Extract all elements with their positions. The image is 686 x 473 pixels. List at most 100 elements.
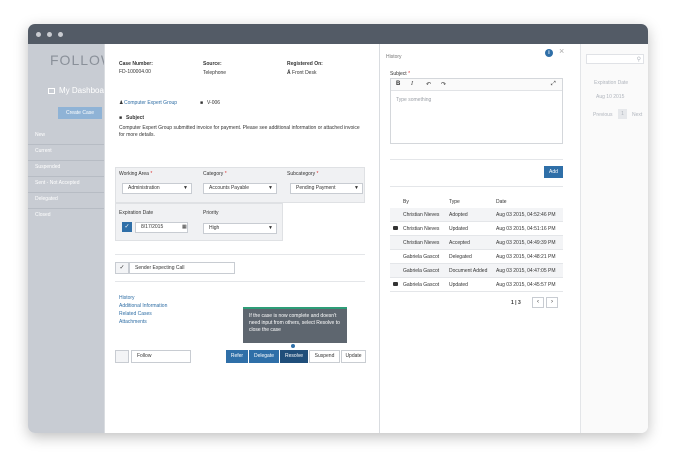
editor-toolbar: B I ↶ ↷ ⤢ xyxy=(391,79,562,91)
window-titlebar xyxy=(28,24,648,44)
history-title: History xyxy=(386,54,402,60)
comment-icon xyxy=(393,282,398,286)
nav-divider xyxy=(28,208,106,209)
priority-select[interactable]: High ▼ xyxy=(203,223,277,234)
search-icon: ⚲ xyxy=(636,57,641,63)
delegate-button[interactable]: Delegate xyxy=(249,350,279,363)
background-search-input[interactable]: ⚲ xyxy=(586,54,644,64)
background-list-panel xyxy=(580,44,648,433)
table-row[interactable]: Gabriela Gascot Document Added Aug 03 20… xyxy=(390,264,563,278)
pager-prev-button[interactable]: ‹ xyxy=(532,297,544,308)
update-button[interactable]: Update xyxy=(341,350,366,363)
additional-information-link[interactable]: Additional Information xyxy=(119,303,167,309)
card-icon: ■ xyxy=(200,100,204,106)
redo-icon[interactable]: ↷ xyxy=(441,81,446,88)
refer-button[interactable]: Refer xyxy=(226,350,248,363)
nav-item-new[interactable]: New xyxy=(35,132,45,138)
expand-icon[interactable]: ⤢ xyxy=(551,81,556,88)
nav-item-sent-not-accepted[interactable]: Sent - Not Accepted xyxy=(35,180,79,186)
background-sidebar xyxy=(28,44,106,433)
editor-placeholder: Type something xyxy=(396,97,432,103)
nav-divider xyxy=(28,176,106,177)
nav-divider xyxy=(28,144,106,145)
close-icon[interactable]: × xyxy=(559,46,564,56)
nav-item-current[interactable]: Current xyxy=(35,148,52,154)
history-link[interactable]: History xyxy=(119,295,135,301)
working-area-label: Working Area * xyxy=(119,171,153,177)
follow-field[interactable]: Follow xyxy=(131,350,191,363)
sender-expecting-checkbox[interactable]: ✓ xyxy=(115,262,129,274)
attachments-link[interactable]: Attachments xyxy=(119,319,147,325)
chevron-down-icon: ▼ xyxy=(354,185,359,191)
chevron-down-icon: ▼ xyxy=(268,225,273,231)
create-case-button[interactable]: Create Case xyxy=(58,107,102,119)
expiration-date-input[interactable]: 8/17/2015 xyxy=(135,222,188,233)
expiration-column-header: Expiration Date xyxy=(594,80,629,86)
category-select[interactable]: Accounts Payable ▼ xyxy=(203,183,277,194)
expiration-value: Aug 10 2015 xyxy=(596,94,625,100)
previous-page-link[interactable]: Previous xyxy=(593,112,612,118)
sender-expecting-call-field[interactable]: Sender Expecting Call xyxy=(129,262,235,274)
follow-checkbox[interactable] xyxy=(115,350,129,363)
column-header-date: Date xyxy=(496,199,507,205)
comment-icon xyxy=(393,226,398,230)
suspend-button[interactable]: Suspend xyxy=(309,350,340,363)
pager-next-button[interactable]: › xyxy=(546,297,558,308)
history-editor[interactable]: B I ↶ ↷ ⤢ Type something xyxy=(390,78,563,144)
table-row[interactable]: Christian Nieves Accepted Aug 03 2015, 0… xyxy=(390,236,563,250)
table-row[interactable]: Christian Nieves Updated Aug 03 2015, 04… xyxy=(390,222,563,236)
dashboard-icon xyxy=(48,87,55,94)
nav-divider xyxy=(28,192,106,193)
registered-on-value: Ä Front Desk xyxy=(287,70,317,76)
building-icon: Ä xyxy=(287,70,291,76)
expiration-date-label: Expiration Date xyxy=(119,210,154,216)
source-value: Telephone xyxy=(203,70,227,76)
window-dot-icon[interactable] xyxy=(58,32,63,37)
table-row[interactable]: Christian Nieves Adopted Aug 03 2015, 04… xyxy=(390,208,563,222)
source-label: Source: xyxy=(203,61,222,67)
user-icon: ♟ xyxy=(119,100,124,106)
subcategory-select[interactable]: Pending Payment ▼ xyxy=(290,183,363,194)
nav-item-delegated[interactable]: Delegated xyxy=(35,196,58,202)
related-cases-link[interactable]: Related Cases xyxy=(119,311,152,317)
calendar-icon[interactable]: ▦ xyxy=(182,224,187,230)
expiration-checkbox[interactable]: ✓ xyxy=(122,222,132,232)
priority-label: Priority xyxy=(203,210,219,216)
table-row[interactable]: Gabriela Gascot Updated Aug 03 2015, 04:… xyxy=(390,278,563,292)
divider xyxy=(390,186,563,187)
chevron-down-icon: ▼ xyxy=(183,185,188,191)
table-row[interactable]: Gabriela Gascot Delegated Aug 03 2015, 0… xyxy=(390,250,563,264)
nav-item-suspended[interactable]: Suspended xyxy=(35,164,60,170)
subcategory-label: Subcategory * xyxy=(287,171,319,177)
page-number[interactable]: 1 xyxy=(618,109,627,119)
nav-divider xyxy=(28,160,106,161)
group-link[interactable]: Computer Expert Group xyxy=(124,100,177,106)
dashboard-link[interactable]: My Dashboa xyxy=(48,86,104,95)
case-description: Computer Expert Group submitted invoice … xyxy=(119,125,360,138)
italic-icon[interactable]: I xyxy=(411,81,413,87)
column-header-by: By xyxy=(403,199,409,205)
info-icon[interactable]: i xyxy=(545,49,553,57)
subject-icon: ■ xyxy=(119,115,123,121)
working-area-select[interactable]: Administration ▼ xyxy=(122,183,192,194)
window-dot-icon[interactable] xyxy=(36,32,41,37)
bold-icon[interactable]: B xyxy=(396,81,400,87)
add-button[interactable]: Add xyxy=(544,166,563,178)
divider xyxy=(115,254,365,255)
undo-icon[interactable]: ↶ xyxy=(426,81,431,88)
resolve-button[interactable]: Resolve xyxy=(280,350,308,363)
category-label: Category * xyxy=(203,171,227,177)
history-subject-label: Subject * xyxy=(390,71,411,77)
registered-on-label: Registered On: xyxy=(287,61,323,67)
divider xyxy=(115,281,365,282)
nav-item-closed[interactable]: Closed xyxy=(35,212,51,218)
divider xyxy=(390,159,563,160)
chevron-down-icon: ▼ xyxy=(268,185,273,191)
pager-status: 1 | 3 xyxy=(511,300,521,306)
subject-label: Subject xyxy=(126,115,145,121)
resolve-tooltip: If the case is now complete and doesn't … xyxy=(243,307,347,343)
tooltip-anchor-icon[interactable] xyxy=(290,343,296,349)
next-page-link[interactable]: Next xyxy=(632,112,642,118)
window-dot-icon[interactable] xyxy=(47,32,52,37)
reference-value: V-006 xyxy=(207,100,221,106)
